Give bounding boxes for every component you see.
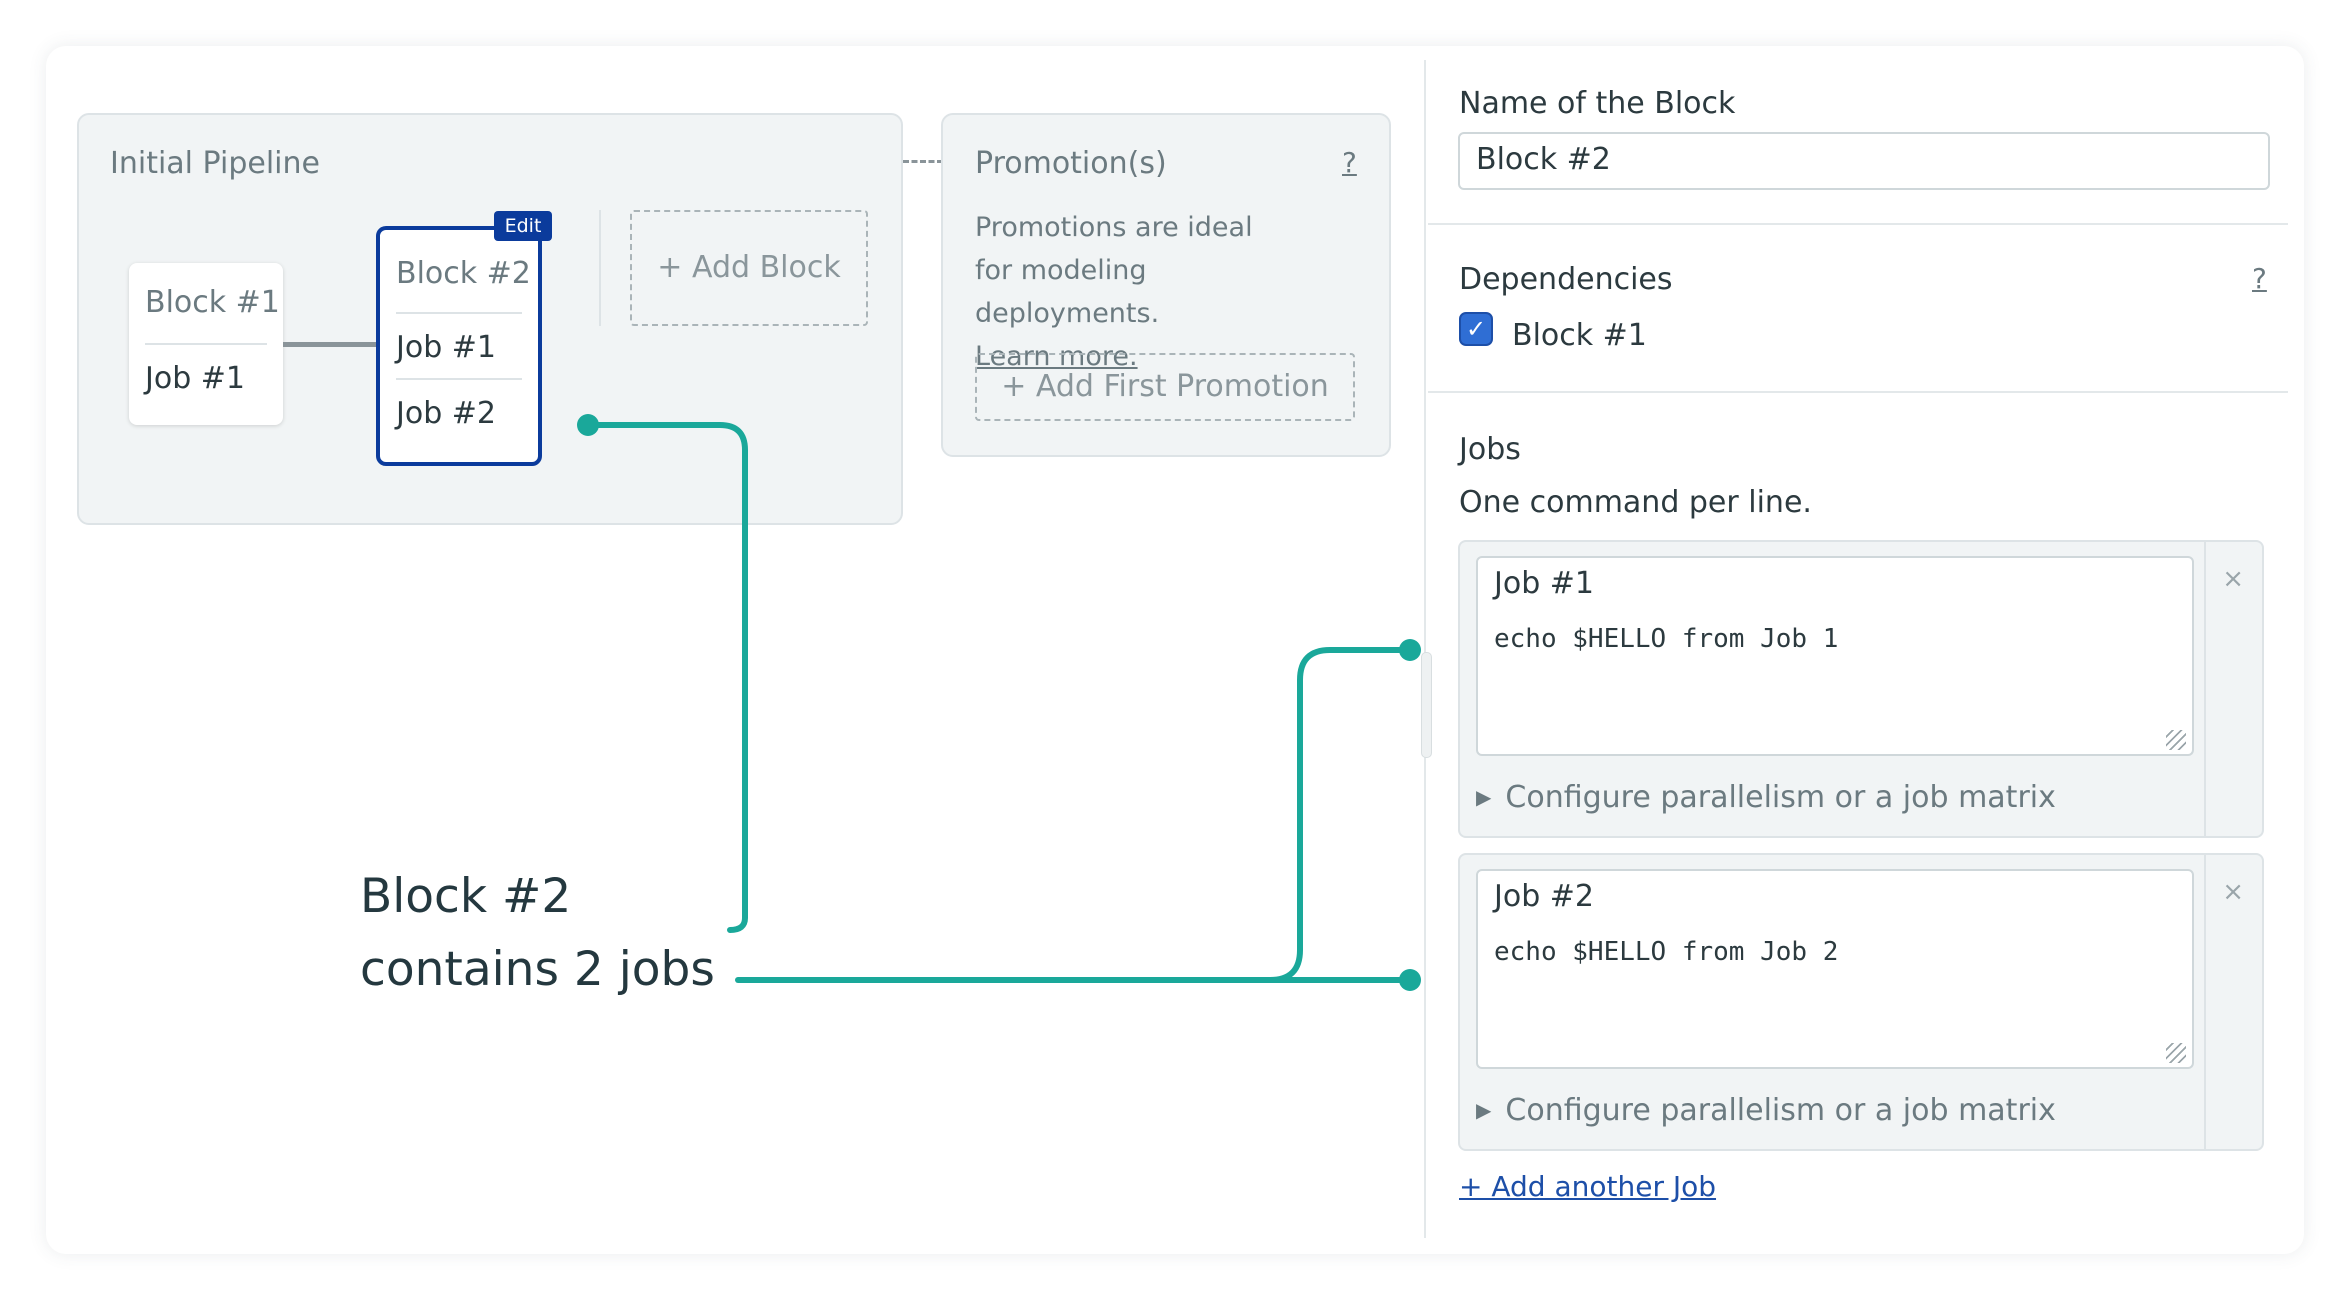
callout-line-to-block (587, 422, 748, 933)
callout-dot-block (577, 414, 599, 436)
callout-dot-job-1 (1399, 639, 1421, 661)
callout-dot-job-2 (1399, 969, 1421, 991)
callout-line-to-job-1 (1267, 647, 1413, 983)
annotation-callout-lines (577, 414, 1421, 991)
